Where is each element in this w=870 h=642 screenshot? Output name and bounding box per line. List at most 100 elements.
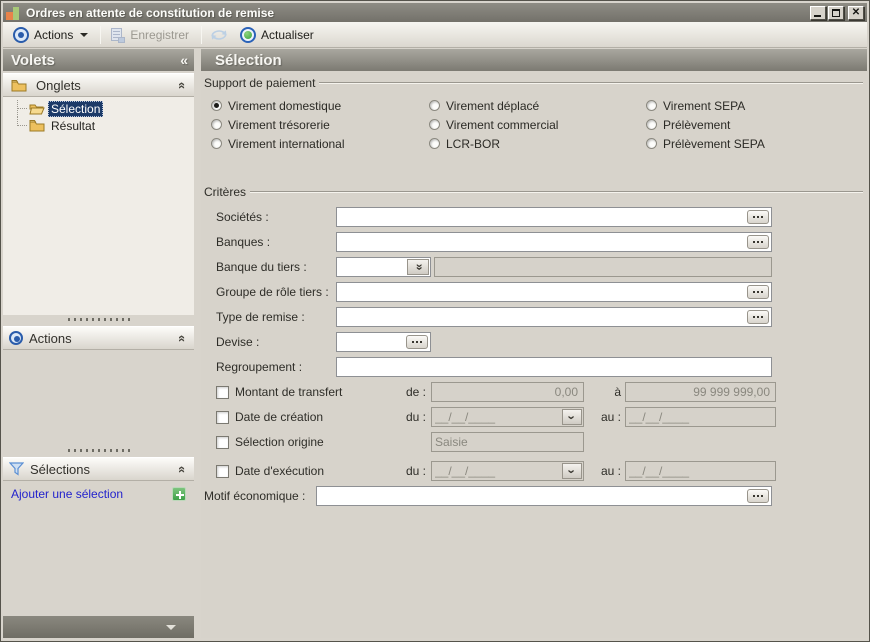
- date-execution-du-dropdown-button[interactable]: ›: [562, 463, 582, 479]
- groupe-role-tiers-field: [336, 282, 772, 302]
- payment-group-caption: Support de paiement: [204, 76, 863, 90]
- societes-browse-button[interactable]: [747, 210, 769, 224]
- app-window: Ordres en attente de constitution de rem…: [0, 0, 870, 642]
- selection-origine-field: [431, 432, 584, 452]
- groupe-role-tiers-input[interactable]: [337, 283, 771, 301]
- radio-virement-international[interactable]: Virement international: [211, 134, 429, 153]
- date-creation-du-dropdown-button[interactable]: ›: [562, 409, 582, 425]
- refresh-button[interactable]: Actualiser: [236, 25, 322, 45]
- radio-icon: [211, 100, 222, 111]
- actions-menu-button[interactable]: Actions: [9, 25, 96, 45]
- tree-item-selection[interactable]: Sélection: [17, 100, 194, 117]
- panel-selections-header[interactable]: Sélections «: [3, 457, 194, 481]
- criteria-group-title: Critères: [204, 185, 246, 199]
- banque-tiers-combo-button[interactable]: «: [407, 259, 429, 275]
- sidebar-bottom-bar: [3, 616, 194, 638]
- radio-virement-deplace[interactable]: Virement déplacé: [429, 96, 646, 115]
- chevron-down-icon: ›: [566, 415, 579, 419]
- panel-collapse-icon[interactable]: «: [175, 465, 190, 472]
- banques-field: [336, 232, 772, 252]
- chevron-down-icon[interactable]: [166, 625, 176, 630]
- page-title: Sélection: [215, 52, 282, 69]
- add-selection-plus-icon[interactable]: [172, 487, 186, 501]
- title-bar: Ordres en attente de constitution de rem…: [3, 3, 867, 22]
- minimize-button[interactable]: [810, 6, 826, 20]
- date-creation-du-field: ›: [431, 407, 584, 427]
- tree-item-resultat[interactable]: Résultat: [17, 117, 194, 134]
- splitter-handle[interactable]: [3, 315, 194, 324]
- motif-browse-button[interactable]: [747, 489, 769, 503]
- group-divider: [319, 82, 863, 84]
- date-creation-checkbox[interactable]: [216, 411, 229, 424]
- radio-lcr-bor[interactable]: LCR-BOR: [429, 134, 646, 153]
- add-selection-link[interactable]: Ajouter une sélection: [11, 487, 172, 501]
- radio-prelevement-sepa[interactable]: Prélèvement SEPA: [646, 134, 867, 153]
- banques-browse-button[interactable]: [747, 235, 769, 249]
- banque-tiers-label: Banque du tiers :: [216, 260, 336, 274]
- close-icon: ✕: [849, 7, 863, 19]
- radio-icon: [646, 138, 657, 149]
- chevron-double-down-icon: «: [412, 264, 424, 271]
- actions-icon: [13, 27, 29, 43]
- montant-a-input: [626, 383, 775, 401]
- radio-virement-sepa[interactable]: Virement SEPA: [646, 96, 867, 115]
- actions-panel-body: [3, 350, 194, 446]
- dropdown-arrow-icon: [80, 33, 88, 37]
- devise-browse-button[interactable]: [406, 335, 428, 349]
- save-icon: [109, 27, 125, 43]
- au-label: au :: [588, 410, 621, 424]
- montant-checkbox[interactable]: [216, 386, 229, 399]
- open-folder-icon: [29, 102, 45, 115]
- date-execution-au-field: [625, 461, 776, 481]
- motif-field: [316, 486, 772, 506]
- radio-label: Virement international: [228, 137, 345, 151]
- panel-actions-header[interactable]: Actions «: [3, 326, 194, 350]
- banques-input[interactable]: [337, 233, 771, 251]
- groupe-role-tiers-browse-button[interactable]: [747, 285, 769, 299]
- save-label: Enregistrer: [130, 28, 189, 42]
- chevron-down-icon: ›: [566, 469, 579, 473]
- save-button[interactable]: Enregistrer: [105, 25, 197, 45]
- splitter-handle[interactable]: [3, 446, 194, 455]
- app-icon: [6, 6, 20, 20]
- date-execution-du-input: [432, 462, 583, 480]
- sidebar: Volets « Onglets «: [3, 49, 194, 638]
- radio-virement-commercial[interactable]: Virement commercial: [429, 115, 646, 134]
- montant-label: Montant de transfert: [235, 385, 342, 399]
- date-execution-checkbox[interactable]: [216, 465, 229, 478]
- radio-prelevement[interactable]: Prélèvement: [646, 115, 867, 134]
- maximize-button[interactable]: [828, 6, 844, 20]
- regroupement-input[interactable]: [337, 358, 771, 376]
- filter-icon: [9, 462, 24, 476]
- page-title-bar: Sélection: [201, 49, 867, 71]
- tree-connector: [17, 117, 27, 134]
- panel-collapse-icon[interactable]: «: [175, 334, 190, 341]
- radio-icon: [429, 119, 440, 130]
- sidebar-title: Volets: [11, 52, 55, 69]
- sync-button[interactable]: [206, 25, 236, 45]
- type-remise-input[interactable]: [337, 308, 771, 326]
- motif-input[interactable]: [317, 487, 771, 505]
- montant-de-input: [432, 383, 583, 401]
- date-creation-au-input: [626, 408, 775, 426]
- selection-origine-checkbox[interactable]: [216, 436, 229, 449]
- societes-label: Sociétés :: [216, 210, 336, 224]
- refresh-arrows-icon: [210, 27, 228, 43]
- radio-virement-domestique[interactable]: Virement domestique: [211, 96, 429, 115]
- sidebar-main-splitter[interactable]: [194, 49, 201, 638]
- radio-icon: [646, 100, 657, 111]
- radio-label: Prélèvement: [663, 118, 730, 132]
- du-label: du :: [396, 464, 426, 478]
- radio-icon: [429, 138, 440, 149]
- societes-input[interactable]: [337, 208, 771, 226]
- toolbar-separator: [100, 26, 101, 44]
- collapse-sidebar-icon[interactable]: «: [180, 52, 188, 68]
- close-button[interactable]: ✕: [848, 6, 864, 20]
- panel-collapse-icon[interactable]: «: [175, 81, 190, 88]
- radio-virement-tresorerie[interactable]: Virement trésorerie: [211, 115, 429, 134]
- criteria-group-caption: Critères: [204, 185, 863, 199]
- type-remise-browse-button[interactable]: [747, 310, 769, 324]
- radio-label: Virement SEPA: [663, 99, 745, 113]
- banque-tiers-name-field: [434, 257, 772, 277]
- panel-onglets-header[interactable]: Onglets «: [3, 73, 194, 97]
